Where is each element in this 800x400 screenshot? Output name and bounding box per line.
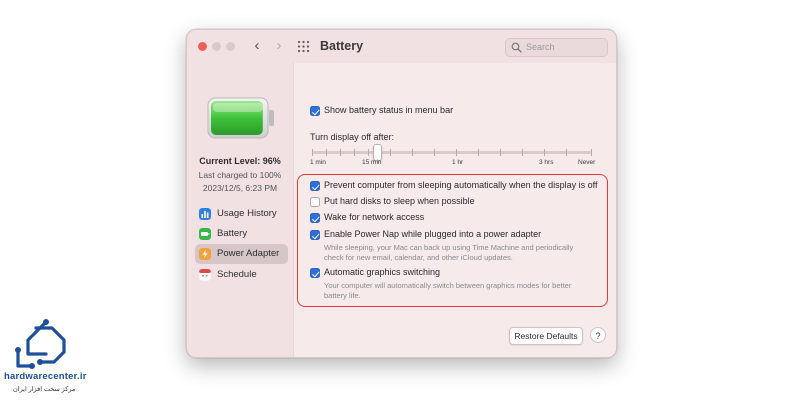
tick-label: 1 hr	[452, 159, 464, 166]
current-level-text: Current Level: 96%	[199, 156, 281, 166]
checkbox-label: Enable Power Nap while plugged into a po…	[324, 229, 542, 239]
sidebar-item-power-adapter[interactable]: Power Adapter	[195, 244, 288, 264]
calendar-icon	[199, 269, 211, 281]
checkbox-label: Prevent computer from sleeping automatic…	[324, 180, 598, 190]
checkbox-label: Put hard disks to sleep when possible	[324, 196, 475, 206]
window-title: Battery	[320, 39, 364, 53]
back-button[interactable]: ‹	[249, 36, 265, 56]
help-button[interactable]: ?	[590, 327, 606, 343]
show-all-grid-icon[interactable]	[297, 40, 310, 53]
tick-label: 1 min	[310, 159, 326, 166]
search-input[interactable]	[526, 40, 602, 54]
show-battery-status-checkbox[interactable]	[310, 106, 320, 116]
usage-history-icon	[199, 208, 211, 220]
checkbox-label: Wake for network access	[324, 212, 425, 222]
zoom-window-button[interactable]	[226, 42, 235, 51]
brand-tagline: مرکز سخت افزار ایران	[13, 386, 76, 393]
prevent-sleep-checkbox[interactable]	[310, 181, 320, 191]
graphics-switching-description: Your computer will automatically switch …	[324, 281, 572, 300]
sidebar-item-label: Battery	[217, 228, 248, 239]
power-adapter-panel: Show battery status in menu bar Turn dis…	[293, 63, 616, 357]
search-field[interactable]	[505, 38, 608, 57]
minimize-window-button[interactable]	[212, 42, 221, 51]
last-charged-text: Last charged to 100%	[198, 170, 282, 180]
sidebar-item-battery[interactable]: Battery	[195, 224, 288, 244]
tick-label: 15 min	[362, 159, 382, 166]
checkbox-label: Automatic graphics switching	[324, 267, 441, 277]
hard-disk-sleep-checkbox[interactable]	[310, 197, 320, 207]
forward-button[interactable]: ›	[271, 36, 287, 56]
sidebar-item-label: Usage History	[217, 208, 277, 219]
wake-network-checkbox[interactable]	[310, 213, 320, 223]
window-toolbar: ‹ › Battery	[187, 30, 616, 63]
battery-icon	[199, 228, 211, 240]
tick-label: Never	[578, 159, 596, 166]
power-nap-checkbox[interactable]	[310, 230, 320, 240]
sidebar-item-schedule[interactable]: Schedule	[195, 265, 288, 285]
display-off-label: Turn display off after:	[310, 132, 395, 142]
graphics-switching-checkbox[interactable]	[310, 268, 320, 278]
brand-name: hardwarecenter.ir	[4, 371, 87, 382]
sidebar-item-label: Schedule	[217, 269, 257, 280]
restore-defaults-button[interactable]: Restore Defaults	[509, 327, 583, 345]
search-icon	[511, 42, 522, 53]
power-nap-description: While sleeping, your Mac can back up usi…	[324, 243, 574, 262]
tick-label: 3 hrs	[539, 159, 554, 166]
power-adapter-icon	[199, 248, 211, 260]
sidebar-item-usage-history[interactable]: Usage History	[195, 204, 288, 224]
battery-preferences-window: ‹ › Battery Search Current Level: 96% La…	[186, 29, 617, 358]
checkbox-label: Show battery status in menu bar	[324, 105, 454, 115]
battery-level-graphic	[207, 97, 274, 139]
charged-date-text: 2023/12/5, 6:23 PM	[202, 183, 278, 193]
close-window-button[interactable]	[198, 42, 207, 51]
sidebar-item-label: Power Adapter	[217, 248, 280, 259]
